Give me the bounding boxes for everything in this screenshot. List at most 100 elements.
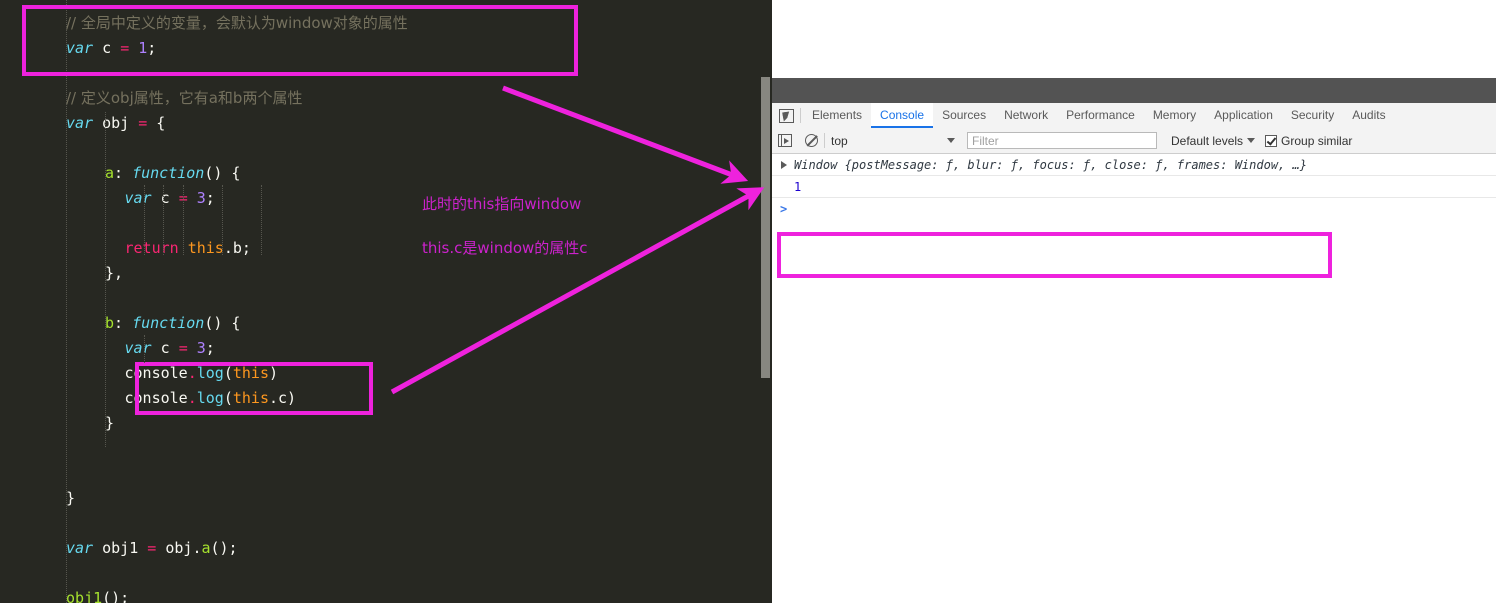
code-token: (); (102, 589, 130, 603)
code-line: // 全局中定义的变量，会默认为window对象的属性 (0, 11, 772, 36)
toggle-console-sidebar-button[interactable] (772, 128, 798, 153)
code-token: function (132, 314, 205, 332)
code-token: = (147, 539, 157, 557)
code-token: . (187, 364, 197, 382)
log-levels-label: Default levels (1171, 133, 1244, 148)
devtools-tabbar: Elements Console Sources Network Performance… (772, 103, 1496, 129)
devtools-drag-handle[interactable] (772, 78, 1496, 103)
indent-guide (222, 185, 224, 255)
clear-console-button[interactable] (798, 128, 824, 153)
code-line: var c = 3; (0, 336, 772, 361)
group-similar-toggle[interactable]: Group similar (1265, 134, 1352, 148)
annotation-this-points-to-window: 此时的this指向window (422, 195, 582, 213)
code-token: console (124, 389, 188, 407)
code-token: ; (147, 39, 157, 57)
code-text-area[interactable]: // 全局中定义的变量，会默认为window对象的属性 var c = 1; // … (0, 0, 772, 603)
code-token: var (124, 189, 152, 207)
highlight-box-console-output (777, 232, 1332, 278)
code-token: ) (269, 364, 279, 382)
code-token: 3 (187, 339, 206, 357)
code-token: obj (93, 114, 139, 132)
code-line: var c = 3; (0, 186, 772, 211)
prompt-chevron-icon: > (780, 201, 788, 216)
code-line: obj1(); (0, 586, 772, 603)
console-filter-input[interactable]: Filter (967, 132, 1157, 149)
indent-guide (183, 185, 185, 255)
log-levels-dropdown[interactable]: Default levels (1171, 133, 1256, 148)
code-token: // 全局中定义的变量，会默认为window对象的属性 (66, 14, 408, 32)
code-token: 1 (129, 39, 148, 57)
console-row-object[interactable]: Window {postMessage: ƒ, blur: ƒ, focus: … (772, 154, 1496, 176)
indent-guide (163, 185, 165, 255)
code-line: var obj = { (0, 111, 772, 136)
console-message-list[interactable]: Window {postMessage: ƒ, blur: ƒ, focus: … (772, 154, 1496, 603)
tab-console[interactable]: Console (871, 103, 934, 128)
code-line: console.log(this.c) (0, 386, 772, 411)
code-line: var c = 1; (0, 36, 772, 61)
clear-prohibited-icon (804, 134, 818, 147)
indent-guide (66, 0, 68, 603)
code-token: ; (205, 339, 215, 357)
tab-application[interactable]: Application (1205, 103, 1282, 128)
expand-triangle-icon[interactable] (781, 161, 787, 169)
console-number-value: 1 (794, 179, 802, 194)
tab-security[interactable]: Security (1282, 103, 1343, 128)
code-line: b: function() { (0, 311, 772, 336)
code-token: var (66, 114, 94, 132)
code-token: this (232, 364, 269, 382)
code-token: console (124, 364, 188, 382)
code-token: : (114, 164, 133, 182)
page-viewport-blank (772, 0, 1496, 78)
code-token: obj (156, 539, 193, 557)
tab-audits[interactable]: Audits (1343, 103, 1394, 128)
code-editor-pane[interactable]: // 全局中定义的变量，会默认为window对象的属性 var c = 1; // … (0, 0, 772, 603)
code-line: console.log(this) (0, 361, 772, 386)
devtools-panel: Elements Console Sources Network Performance… (772, 78, 1496, 603)
chevron-down-icon (947, 138, 955, 143)
code-line: } (0, 411, 772, 436)
console-row-value[interactable]: 1 (772, 176, 1496, 198)
code-token: obj1 (66, 589, 103, 603)
code-token: = (120, 39, 130, 57)
indent-guide (261, 185, 263, 255)
indent-guide (144, 335, 146, 363)
browser-pane: Elements Console Sources Network Performance… (772, 0, 1496, 603)
console-prompt-row[interactable]: > (772, 198, 1496, 219)
code-token: // 定义obj属性，它有a和b两个属性 (66, 89, 303, 107)
code-token: ; (205, 189, 215, 207)
tab-memory[interactable]: Memory (1144, 103, 1205, 128)
tabbar-divider (800, 108, 801, 123)
console-object-preview: Window {postMessage: ƒ, blur: ƒ, focus: … (794, 157, 1307, 172)
console-toolbar: top Filter Default levels Group similar (772, 128, 1496, 154)
code-line: var obj1 = obj.a(); (0, 536, 772, 561)
code-token: this (178, 239, 224, 257)
screenshot-root: // 全局中定义的变量，会默认为window对象的属性 var c = 1; // … (0, 0, 1496, 603)
code-token: = (138, 114, 148, 132)
code-token: function (132, 164, 205, 182)
execution-context-value: top (831, 133, 848, 148)
tab-sources[interactable]: Sources (933, 103, 995, 128)
group-similar-checkbox[interactable] (1265, 134, 1278, 147)
tab-network[interactable]: Network (995, 103, 1057, 128)
execution-context-select[interactable]: top (825, 132, 961, 150)
code-token: return (124, 239, 179, 257)
tab-performance[interactable]: Performance (1057, 103, 1144, 128)
code-token: c (151, 339, 179, 357)
group-similar-label: Group similar (1281, 133, 1353, 148)
code-line: a: function() { (0, 161, 772, 186)
code-token: () { (204, 314, 241, 332)
editor-scrollbar-thumb[interactable] (761, 77, 770, 378)
inspect-element-button[interactable] (772, 103, 800, 128)
code-token: .b; (223, 239, 251, 257)
code-token: { (147, 114, 166, 132)
code-token: . (187, 389, 197, 407)
code-token: var (124, 339, 152, 357)
tab-elements[interactable]: Elements (803, 103, 871, 128)
code-token: var (66, 39, 94, 57)
cursor-inspect-icon (778, 108, 794, 123)
code-token: ( (223, 364, 233, 382)
